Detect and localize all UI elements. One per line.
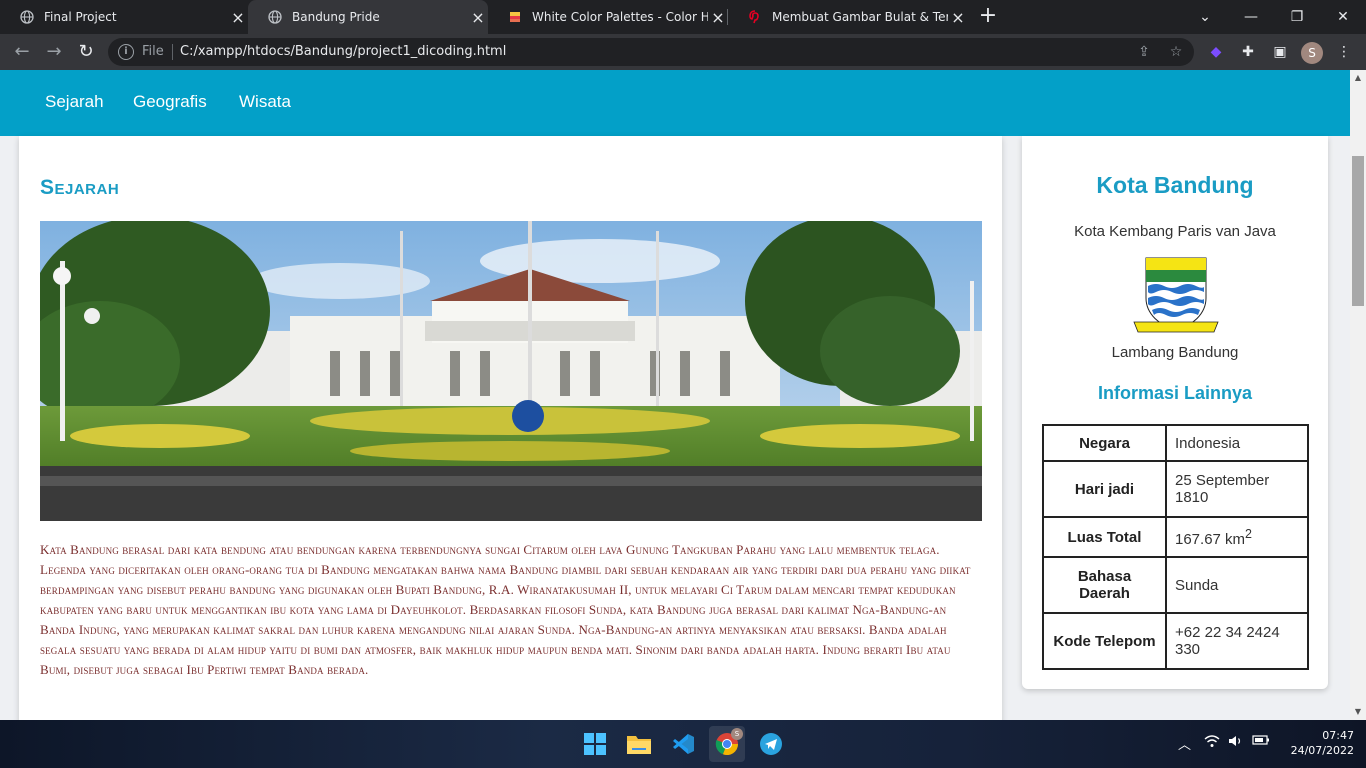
- bookmark-star-icon[interactable]: ☆: [1166, 42, 1186, 62]
- main-article-card: Sejarah Kata Bandung berasal dari kata b…: [19, 136, 1002, 720]
- bandung-emblem-image: [1130, 256, 1222, 338]
- history-paragraph: Kata Bandung berasal dari kata bendung a…: [40, 542, 971, 677]
- battery-icon[interactable]: [1252, 734, 1270, 750]
- info-value: Indonesia: [1165, 424, 1309, 462]
- area-unit-superscript: 2: [1245, 526, 1252, 541]
- scroll-down-arrow-icon[interactable]: ▼: [1350, 704, 1366, 720]
- info-value: 25 September 1810: [1165, 460, 1309, 518]
- tab-title: Bandung Pride: [292, 10, 380, 24]
- table-row: Luas Total 167.67 km2: [1042, 516, 1309, 558]
- clock-time: 07:47: [1322, 729, 1354, 742]
- tab-color-hunt[interactable]: White Color Palettes - Color Hunt ×: [488, 0, 728, 34]
- scroll-up-arrow-icon[interactable]: ▲: [1350, 70, 1366, 86]
- info-key: Negara: [1042, 424, 1167, 462]
- clock-date: 24/07/2022: [1290, 744, 1354, 757]
- restore-button[interactable]: ❐: [1274, 0, 1320, 34]
- info-value-area: 167.67 km2: [1165, 516, 1309, 558]
- url-text[interactable]: C:/xampp/htdocs/Bandung/project1_dicodin…: [180, 44, 506, 59]
- telegram-icon[interactable]: [753, 726, 789, 762]
- show-hidden-icons-chevron-icon[interactable]: ︿: [1178, 734, 1191, 753]
- wifi-icon[interactable]: [1204, 734, 1220, 752]
- nav-link-wisata[interactable]: Wisata: [239, 92, 291, 112]
- close-tab-icon[interactable]: ×: [708, 8, 728, 27]
- info-key: Bahasa Daerah: [1042, 556, 1167, 614]
- back-button[interactable]: ←: [10, 40, 34, 64]
- color-hunt-icon: [508, 10, 522, 24]
- extension-icon[interactable]: ◆: [1206, 42, 1226, 62]
- system-clock[interactable]: 07:47 24/07/2022: [1290, 728, 1354, 758]
- minimize-button[interactable]: —: [1228, 0, 1274, 34]
- info-key: Luas Total: [1042, 516, 1167, 558]
- close-window-button[interactable]: ✕: [1320, 0, 1366, 34]
- close-tab-icon[interactable]: ×: [228, 8, 248, 27]
- chrome-profile-badge: S: [731, 728, 743, 740]
- table-row: Hari jadi 25 September 1810: [1042, 460, 1309, 518]
- info-icon[interactable]: i: [118, 44, 134, 60]
- browser-toolbar: ← → ↻ i File C:/xampp/htdocs/Bandung/pro…: [0, 34, 1366, 70]
- tab-search-chevron-icon[interactable]: ⌄: [1182, 0, 1228, 34]
- windows-taskbar: S ︿ 07:47 24/07/2022: [0, 720, 1366, 768]
- globe-icon: [20, 10, 34, 24]
- tab-final-project[interactable]: Final Project ×: [0, 0, 248, 34]
- nav-link-sejarah[interactable]: Sejarah: [45, 92, 104, 112]
- city-tagline: Kota Kembang Paris van Java: [1074, 223, 1276, 240]
- tab-membuat-gambar[interactable]: Membuat Gambar Bulat & Terlihat ×: [728, 0, 968, 34]
- tab-title: Membuat Gambar Bulat & Terlihat: [772, 10, 948, 24]
- address-bar[interactable]: i File C:/xampp/htdocs/Bandung/project1_…: [108, 38, 1194, 66]
- close-tab-icon[interactable]: ×: [468, 8, 488, 27]
- section-title: Sejarah: [40, 176, 120, 199]
- site-navbar: Sejarah Geografis Wisata: [0, 70, 1350, 136]
- info-key: Hari jadi: [1042, 460, 1167, 518]
- scroll-thumb[interactable]: [1352, 156, 1364, 306]
- tab-title: Final Project: [44, 10, 117, 24]
- forward-button[interactable]: →: [42, 40, 66, 64]
- city-name: Kota Bandung: [1096, 172, 1254, 198]
- globe-icon: [268, 10, 282, 24]
- share-icon[interactable]: ⇪: [1134, 42, 1154, 62]
- emblem-caption: Lambang Bandung: [1111, 344, 1239, 361]
- nav-link-geografis[interactable]: Geografis: [133, 92, 207, 112]
- tab-title: White Color Palettes - Color Hunt: [532, 10, 708, 24]
- city-info-table: Negara Indonesia Hari jadi 25 September …: [1042, 424, 1309, 670]
- close-tab-icon[interactable]: ×: [948, 8, 968, 27]
- menu-kebab-icon[interactable]: ⋮: [1334, 42, 1354, 62]
- omnibox-divider: [172, 44, 173, 60]
- page-scrollbar[interactable]: ▲ ▼: [1350, 70, 1366, 720]
- puzzle-extensions-icon[interactable]: ✚: [1238, 42, 1258, 62]
- chrome-icon[interactable]: S: [709, 726, 745, 762]
- tab-bandung-pride[interactable]: Bandung Pride ×: [248, 0, 488, 34]
- page-viewport: Sejarah Geografis Wisata Sejarah Kata Ba…: [0, 70, 1350, 720]
- reload-button[interactable]: ↻: [74, 40, 98, 64]
- new-tab-button[interactable]: +: [976, 5, 1000, 29]
- profile-avatar[interactable]: S: [1301, 42, 1323, 64]
- table-row: Bahasa Daerah Sunda: [1042, 556, 1309, 614]
- scheme-label: File: [142, 44, 164, 59]
- info-key: Kode Telepom: [1042, 612, 1167, 670]
- info-heading: Informasi Lainnya: [1097, 383, 1253, 403]
- file-explorer-icon[interactable]: [621, 726, 657, 762]
- browser-tab-strip: Final Project × Bandung Pride × White Co…: [0, 0, 1366, 34]
- side-panel-icon[interactable]: ▣: [1270, 42, 1290, 62]
- table-row: Kode Telepom +62 22 34 2424 330: [1042, 612, 1309, 670]
- city-info-card: Kota Bandung Kota Kembang Paris van Java…: [1022, 136, 1328, 689]
- windows-start-icon[interactable]: [577, 726, 613, 762]
- info-value: +62 22 34 2424 330: [1165, 612, 1309, 670]
- area-value: 167.67 km: [1175, 530, 1246, 548]
- gedung-sate-photo: [40, 221, 982, 521]
- table-row: Negara Indonesia: [1042, 424, 1309, 462]
- vscode-icon[interactable]: [665, 726, 701, 762]
- info-value: Sunda: [1165, 556, 1309, 614]
- volume-icon[interactable]: [1228, 734, 1244, 752]
- pinterest-icon: [748, 10, 762, 24]
